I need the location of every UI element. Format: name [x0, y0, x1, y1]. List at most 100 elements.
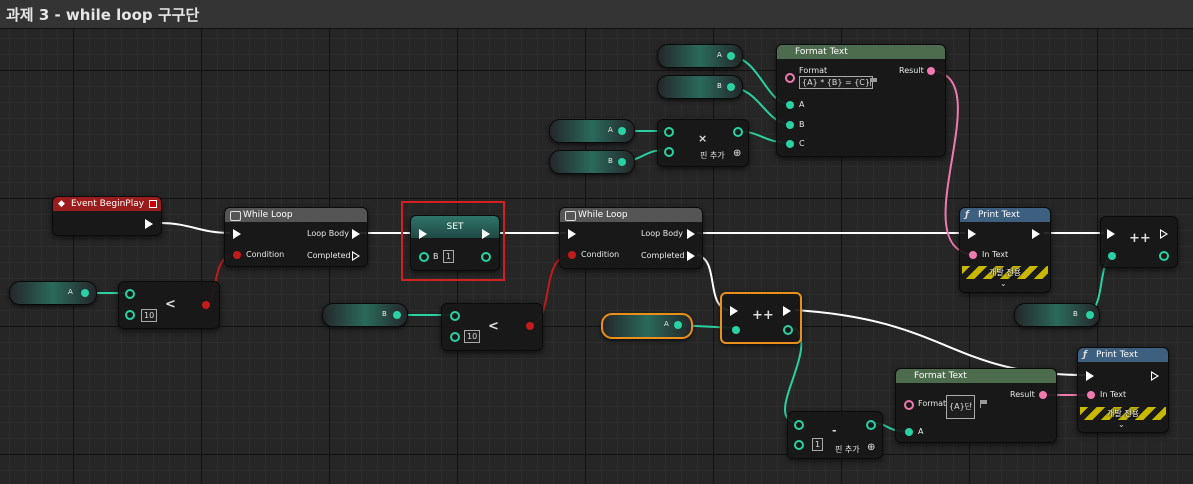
arg-b-pin[interactable] [786, 121, 794, 129]
int-in-pin[interactable] [1108, 252, 1116, 260]
arg-a-label: A [918, 427, 924, 436]
int-out-pin[interactable] [393, 311, 401, 319]
loop-body-exec-pin[interactable] [687, 229, 695, 239]
chevron-down-icon[interactable]: ⌄ [1118, 420, 1125, 429]
int-in-pin-b[interactable] [794, 440, 804, 450]
completed-exec-pin[interactable] [352, 251, 360, 261]
dev-only-label: 개발 전용 [989, 268, 1021, 277]
set-b-node[interactable]: SET B 1 [410, 215, 500, 271]
subtract-node[interactable]: 1 - 핀 추가 ⊕ [787, 411, 883, 459]
int-out-pin[interactable] [727, 83, 735, 91]
int-out-pin[interactable] [783, 325, 793, 335]
format-in-pin[interactable] [785, 73, 795, 83]
int-out-pin[interactable] [674, 321, 682, 329]
literal-value-box[interactable]: 10 [141, 309, 158, 322]
variable-get-b-inc[interactable]: B [1014, 303, 1100, 327]
while-loop-node-2[interactable]: While Loop Condition Loop Body Completed [559, 207, 703, 269]
increment-node-2[interactable]: ++ [720, 292, 802, 344]
exec-out-pin[interactable] [783, 306, 791, 316]
add-pin-icon[interactable]: ⊕ [867, 442, 875, 453]
variable-name: B [717, 82, 722, 90]
condition-pin[interactable] [233, 251, 241, 259]
completed-exec-pin[interactable] [687, 251, 695, 261]
int-in-pin[interactable] [419, 252, 429, 262]
increment-node-1[interactable]: ++ [1100, 216, 1178, 268]
exec-out-pin[interactable] [482, 229, 490, 239]
while-loop-node-1[interactable]: While Loop Condition Loop Body Completed [224, 207, 368, 267]
arg-a-pin[interactable] [905, 428, 913, 436]
int-in-pin-b[interactable] [125, 310, 135, 320]
less-than-node-2[interactable]: 10 < [441, 303, 543, 351]
print-text-node-1[interactable]: ƒ Print Text In Text 개발 전용 ⌄ [959, 207, 1051, 293]
while-loop-title-2: While Loop [578, 210, 628, 220]
add-pin-label[interactable]: 핀 추가 [835, 444, 860, 455]
result-out-pin[interactable] [1039, 391, 1047, 399]
set-value-box[interactable]: 1 [443, 250, 455, 263]
exec-in-pin[interactable] [233, 229, 241, 239]
int-out-pin[interactable] [1086, 311, 1094, 319]
format-text-node-1[interactable]: Format Text Format {A} * {B} = {C} Resul… [776, 44, 946, 157]
exec-in-pin[interactable] [1086, 371, 1094, 381]
chevron-down-icon[interactable]: ⌄ [1000, 279, 1007, 288]
variable-get-b-top[interactable]: B [657, 75, 743, 99]
in-text-pin[interactable] [1087, 391, 1095, 399]
int-in-pin-a[interactable] [125, 289, 135, 299]
int-out-pin[interactable] [618, 127, 626, 135]
int-in-pin-a[interactable] [450, 311, 460, 321]
macro-icon [230, 211, 241, 221]
int-out-pin[interactable] [618, 158, 626, 166]
format-in-pin[interactable] [904, 400, 914, 410]
arg-a-pin[interactable] [786, 101, 794, 109]
add-pin-label[interactable]: 핀 추가 [700, 150, 725, 161]
format-text-node-2[interactable]: Format Text Format {A}단 Result A [895, 368, 1057, 443]
int-out-pin[interactable] [733, 127, 743, 137]
variable-get-a-mult[interactable]: A [549, 119, 635, 143]
int-out-pin[interactable] [481, 252, 491, 262]
event-beginplay-title: Event BeginPlay [71, 199, 145, 209]
dev-only-label: 개발 전용 [1107, 409, 1139, 418]
int-in-pin-b[interactable] [450, 332, 460, 342]
multiply-node[interactable]: × 핀 추가 ⊕ [657, 119, 749, 167]
exec-in-pin[interactable] [968, 229, 976, 239]
exec-in-pin[interactable] [419, 229, 427, 239]
int-in-pin-a[interactable] [794, 420, 804, 430]
literal-value-box[interactable]: 10 [464, 330, 481, 343]
add-pin-icon[interactable]: ⊕ [733, 148, 741, 159]
bool-out-pin[interactable] [526, 322, 534, 330]
exec-out-pin[interactable] [1151, 371, 1159, 381]
exec-in-pin[interactable] [730, 306, 738, 316]
int-in-pin[interactable] [732, 326, 740, 334]
event-beginplay-node[interactable]: ◆ Event BeginPlay [52, 196, 162, 236]
int-out-pin[interactable] [866, 420, 876, 430]
int-in-pin-a[interactable] [664, 127, 674, 137]
localization-flag-icon[interactable] [980, 400, 988, 408]
exec-out-pin[interactable] [1160, 229, 1168, 239]
exec-in-pin[interactable] [1107, 229, 1115, 239]
in-text-pin[interactable] [969, 251, 977, 259]
exec-out-pin[interactable] [145, 219, 153, 229]
exec-in-pin[interactable] [568, 229, 576, 239]
variable-get-a-top[interactable]: A [657, 44, 743, 68]
format-value-box[interactable]: {A} * {B} = {C} [799, 76, 873, 89]
format-value-box[interactable]: {A}단 [946, 395, 976, 419]
localization-flag-icon[interactable] [870, 78, 878, 86]
int-out-pin[interactable] [81, 289, 89, 297]
variable-get-b[interactable]: B [322, 303, 408, 327]
int-in-pin-b[interactable] [664, 147, 674, 157]
exec-out-pin[interactable] [1032, 229, 1040, 239]
literal-value-box[interactable]: 1 [812, 438, 824, 451]
variable-get-a-inc[interactable]: A [601, 313, 693, 339]
variable-get-a[interactable]: A [9, 281, 97, 305]
int-out-pin[interactable] [1159, 251, 1169, 261]
bool-out-pin[interactable] [202, 301, 210, 309]
function-icon [782, 45, 791, 53]
loop-body-exec-pin[interactable] [352, 229, 360, 239]
int-out-pin[interactable] [727, 52, 735, 60]
arg-c-pin[interactable] [786, 140, 794, 148]
condition-pin[interactable] [568, 251, 576, 259]
print-text-node-2[interactable]: ƒ Print Text In Text 개발 전용 ⌄ [1077, 347, 1169, 433]
dev-only-banner: 개발 전용 [962, 266, 1048, 279]
result-out-pin[interactable] [927, 67, 935, 75]
variable-get-b-mult[interactable]: B [549, 150, 635, 174]
less-than-node-1[interactable]: 10 < [118, 281, 220, 329]
